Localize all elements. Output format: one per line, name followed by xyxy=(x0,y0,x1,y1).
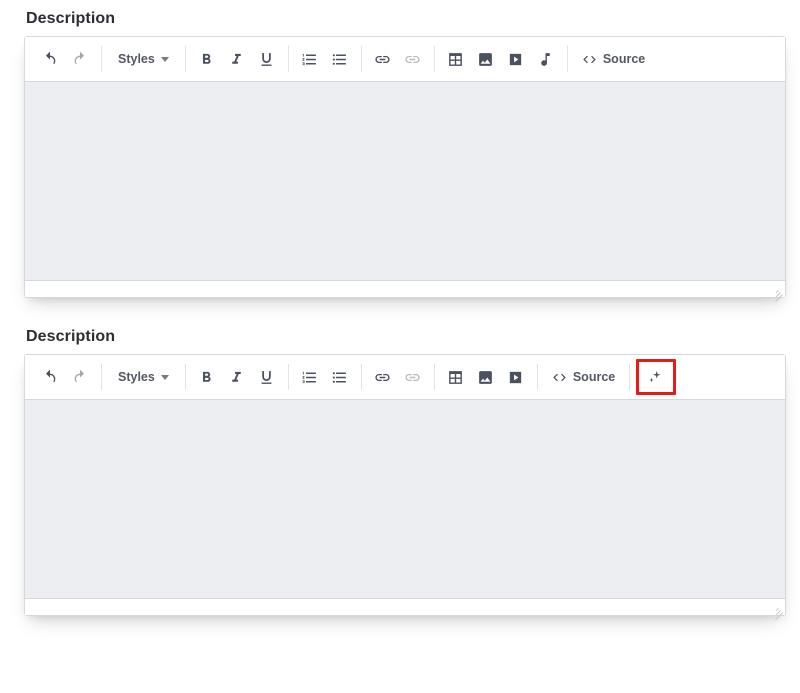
source-label: Source xyxy=(573,370,615,384)
undo-button[interactable] xyxy=(35,44,65,74)
link-button[interactable] xyxy=(368,362,398,392)
bullet-list-icon xyxy=(331,51,348,68)
styles-dropdown[interactable]: Styles xyxy=(108,362,179,392)
undo-icon xyxy=(42,51,58,67)
bullet-list-button[interactable] xyxy=(325,362,355,392)
italic-button[interactable] xyxy=(222,362,252,392)
numbered-list-icon xyxy=(301,51,318,68)
italic-button[interactable] xyxy=(222,44,252,74)
editor-footer xyxy=(25,598,785,615)
editor-footer xyxy=(25,280,785,297)
bold-icon xyxy=(198,51,215,68)
unlink-button[interactable] xyxy=(398,362,428,392)
bold-button[interactable] xyxy=(192,44,222,74)
sparkle-icon xyxy=(647,368,665,386)
code-icon xyxy=(582,52,597,67)
chevron-down-icon xyxy=(161,375,169,380)
video-button[interactable] xyxy=(501,44,531,74)
styles-label: Styles xyxy=(118,52,155,66)
unlink-icon xyxy=(404,51,421,68)
source-button[interactable]: Source xyxy=(544,362,623,392)
image-icon xyxy=(477,369,494,386)
richtext-editor: Styles xyxy=(24,36,786,298)
unlink-icon xyxy=(404,369,421,386)
source-label: Source xyxy=(603,52,645,66)
video-icon xyxy=(507,51,524,68)
table-button[interactable] xyxy=(441,44,471,74)
audio-icon xyxy=(537,51,554,68)
numbered-list-button[interactable] xyxy=(295,362,325,392)
styles-label: Styles xyxy=(118,370,155,384)
image-button[interactable] xyxy=(471,44,501,74)
redo-button[interactable] xyxy=(65,362,95,392)
underline-icon xyxy=(258,369,275,386)
video-icon xyxy=(507,369,524,386)
bullet-list-button[interactable] xyxy=(325,44,355,74)
description-editor-1: Description Styles xyxy=(24,10,786,298)
underline-button[interactable] xyxy=(252,44,282,74)
link-button[interactable] xyxy=(368,44,398,74)
editor-content[interactable] xyxy=(25,82,785,280)
bold-button[interactable] xyxy=(192,362,222,392)
field-label: Description xyxy=(26,10,786,28)
image-icon xyxy=(477,51,494,68)
highlighted-button xyxy=(636,359,676,395)
underline-icon xyxy=(258,51,275,68)
source-button[interactable]: Source xyxy=(574,44,653,74)
italic-icon xyxy=(228,369,245,386)
code-icon xyxy=(552,370,567,385)
image-button[interactable] xyxy=(471,362,501,392)
redo-button[interactable] xyxy=(65,44,95,74)
underline-button[interactable] xyxy=(252,362,282,392)
table-icon xyxy=(447,369,464,386)
editor-toolbar: Styles xyxy=(25,355,785,400)
ai-sparkle-button[interactable] xyxy=(640,363,672,391)
redo-icon xyxy=(72,51,88,67)
undo-icon xyxy=(42,369,58,385)
numbered-list-icon xyxy=(301,369,318,386)
bold-icon xyxy=(198,369,215,386)
richtext-editor: Styles xyxy=(24,354,786,616)
unlink-button[interactable] xyxy=(398,44,428,74)
audio-button[interactable] xyxy=(531,44,561,74)
table-button[interactable] xyxy=(441,362,471,392)
editor-content[interactable] xyxy=(25,400,785,598)
undo-button[interactable] xyxy=(35,362,65,392)
resize-handle[interactable] xyxy=(774,604,783,613)
italic-icon xyxy=(228,51,245,68)
link-icon xyxy=(374,369,391,386)
styles-dropdown[interactable]: Styles xyxy=(108,44,179,74)
table-icon xyxy=(447,51,464,68)
video-button[interactable] xyxy=(501,362,531,392)
chevron-down-icon xyxy=(161,57,169,62)
redo-icon xyxy=(72,369,88,385)
numbered-list-button[interactable] xyxy=(295,44,325,74)
bullet-list-icon xyxy=(331,369,348,386)
link-icon xyxy=(374,51,391,68)
field-label: Description xyxy=(26,328,786,346)
editor-toolbar: Styles xyxy=(25,37,785,82)
resize-handle[interactable] xyxy=(774,286,783,295)
description-editor-2: Description Styles xyxy=(24,328,786,616)
